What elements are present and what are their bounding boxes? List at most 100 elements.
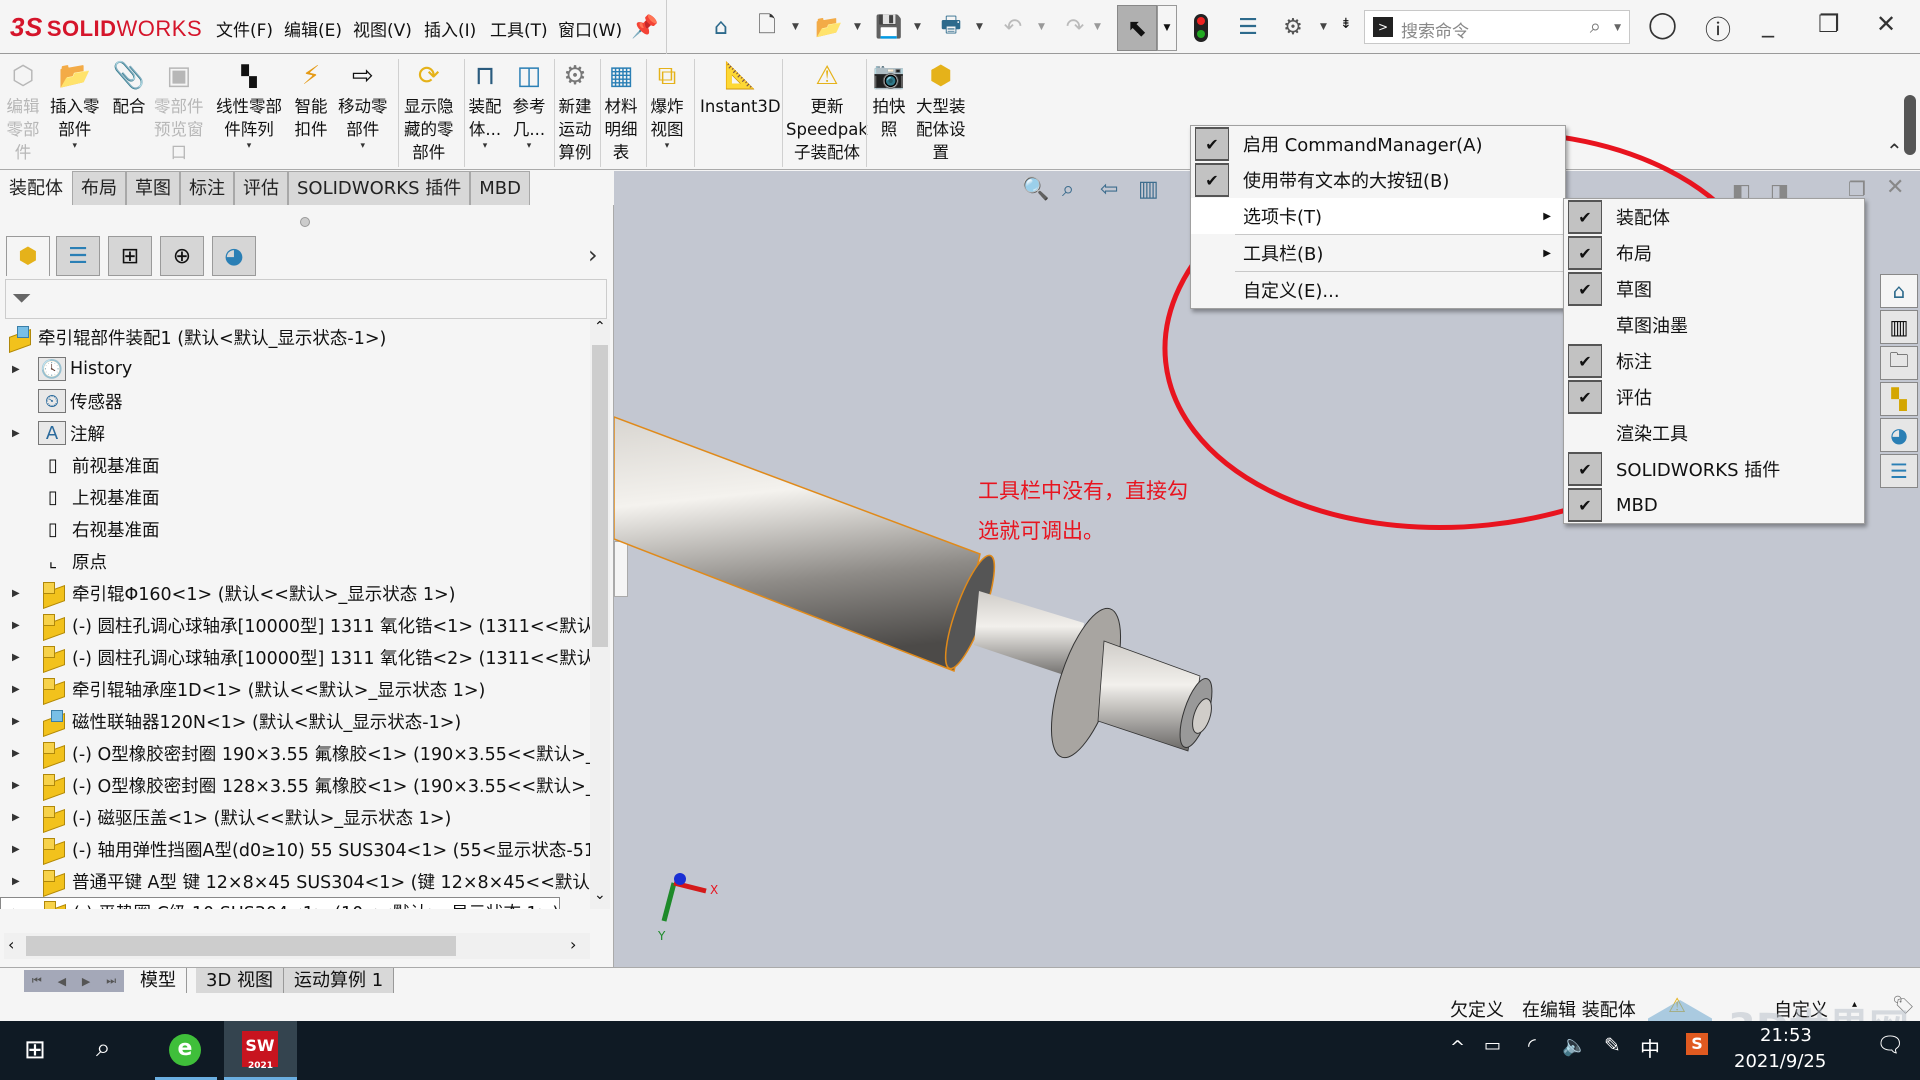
tag-icon[interactable]: 🏷 [1892, 995, 1915, 1016]
clock-date[interactable]: 2021/9/25 [1734, 1051, 1826, 1072]
next-tab-icon[interactable]: ▶ [82, 975, 90, 988]
file-properties-icon[interactable]: ☰ [1233, 12, 1263, 42]
pin-icon[interactable]: 📌 [630, 12, 660, 42]
tree-item[interactable]: ▶ (-) O型橡胶密封圈 128×3.55 氟橡胶<1> (190×3.55<<… [0, 769, 590, 801]
tree-item[interactable]: ▯ 右视基准面 [0, 513, 159, 545]
chevron-down-icon[interactable]: ▾ [665, 141, 670, 151]
tab-model[interactable]: 模型 [130, 968, 187, 994]
insert-component-button[interactable]: 📂 插入零 部件 ▾ [50, 59, 100, 152]
tab-3d-view[interactable]: 3D 视图 [196, 968, 285, 994]
tree-item[interactable]: ▶ 🕓 History [0, 353, 132, 385]
expand-arrow-icon[interactable]: ▶ [12, 716, 28, 727]
submenu-item[interactable]: ✔ 装配体 [1564, 199, 1864, 235]
submenu-item[interactable]: ✔ 评估 [1564, 379, 1864, 415]
context-menu-item[interactable]: 自定义(E)... [1191, 272, 1565, 308]
move-component-button[interactable]: ⇨ 移动零 部件 ▾ [338, 59, 388, 152]
scrollbar-thumb[interactable] [26, 936, 456, 956]
context-menu-item[interactable]: 选项卡(T) ▶ [1191, 198, 1565, 234]
first-tab-icon[interactable]: ⏮ [32, 974, 42, 988]
tree-item[interactable]: ▶ (-) 轴用弹性挡圈A型(d0≥10) 55 SUS304<1> (55<显示… [0, 833, 590, 865]
prev-tab-icon[interactable]: ◀ [58, 975, 66, 988]
tab-layout[interactable]: 布局 [72, 171, 126, 205]
help-icon[interactable]: ⓘ [1705, 10, 1731, 47]
context-menu-item[interactable]: ✔ 使用带有文本的大按钮(B) [1191, 162, 1565, 198]
pen-icon[interactable]: ✎ [1604, 1033, 1621, 1057]
tree-item[interactable]: ▯ 前视基准面 [0, 449, 159, 481]
ribbon-scroll-handle[interactable] [1904, 95, 1916, 155]
home-icon[interactable]: ⌂ [706, 12, 736, 42]
scroll-down-arrow[interactable]: ⌄ [594, 887, 606, 903]
tree-item[interactable]: ▶ 磁性联轴器120N<1> (默认<默认_显示状态-1>) [0, 705, 461, 737]
open-dropdown[interactable]: ▼ [854, 22, 861, 32]
view-palette-tab[interactable]: ▚ [1880, 382, 1918, 416]
submenu-item[interactable]: ✔ MBD [1564, 487, 1864, 523]
last-tab-icon[interactable]: ⏭ [106, 974, 116, 988]
solidworks-logo[interactable]: 3S SOLIDWORKS [10, 12, 202, 43]
tab-mbd[interactable]: MBD [470, 171, 530, 205]
new-document-icon[interactable]: 🗋 [752, 12, 782, 42]
submenu-item[interactable]: ✔ SOLIDWORKS 插件 [1564, 451, 1864, 487]
expand-arrow-icon[interactable]: ▶ [12, 364, 28, 375]
solidworks-resources-tab[interactable]: ⌂ [1880, 274, 1918, 308]
print-icon[interactable]: 🖶 [936, 12, 966, 42]
save-icon[interactable]: 💾 [874, 12, 904, 42]
expand-arrow-icon[interactable]: ▶ [12, 780, 28, 791]
menu-tools[interactable]: 工具(T) [490, 16, 548, 41]
tree-item[interactable]: ▶ (-) 磁驱压盖<1> (默认<<默认>_显示状态 1>) [0, 801, 451, 833]
tree-item[interactable]: ⏲ 传感器 [0, 385, 123, 417]
tree-item[interactable]: ▶ 普通平键 A型 键 12×8×45 SUS304<1> (键 12×8×45<… [0, 865, 590, 897]
search-icon[interactable]: ⌕ [1590, 14, 1601, 38]
show-hidden-components-button[interactable]: ⟳ 显示隐 藏的零 部件 [404, 59, 454, 164]
component-preview-button[interactable]: ▣ 零部件 预览窗 口 [154, 59, 204, 164]
submenu-item[interactable]: ✔ 草图 [1564, 271, 1864, 307]
expand-arrow-icon[interactable]: ▶ [12, 588, 28, 599]
new-dropdown[interactable]: ▼ [792, 22, 799, 32]
submenu-item[interactable]: 渲染工具 [1564, 415, 1864, 451]
redo-dropdown[interactable]: ▼ [1094, 22, 1101, 32]
status-custom-units[interactable]: 自定义 [1774, 996, 1828, 1022]
customize-toolbar-icon[interactable]: ⇟ [1340, 16, 1352, 32]
design-library-tab[interactable]: ▥ [1880, 310, 1918, 344]
scroll-left-arrow[interactable]: ‹ [8, 935, 14, 954]
open-folder-icon[interactable]: 📂 [814, 12, 844, 42]
undo-dropdown[interactable]: ▼ [1038, 22, 1045, 32]
submenu-item[interactable]: ✔ 标注 [1564, 343, 1864, 379]
show-hidden-icons-chevron[interactable]: ^ [1450, 1037, 1465, 1058]
custom-properties-tab[interactable]: ☰ [1880, 454, 1918, 488]
expand-arrow-icon[interactable]: ▶ [12, 684, 28, 695]
smart-fasteners-button[interactable]: ⚡ 智能 扣件 [294, 59, 328, 141]
close-button[interactable]: ✕ [1876, 10, 1896, 38]
battery-icon[interactable]: ▭ [1484, 1035, 1501, 1056]
tree-item[interactable]: ▯ 上视基准面 [0, 481, 159, 513]
select-dropdown[interactable]: ▼ [1157, 5, 1177, 51]
sogou-ime-icon[interactable]: S [1686, 1033, 1708, 1055]
tree-filter-bar[interactable]: ⏷ [5, 279, 607, 319]
appearances-tab[interactable]: ◕ [1880, 418, 1918, 452]
expand-arrow-icon[interactable]: ▶ [12, 844, 28, 855]
context-menu-item[interactable]: 工具栏(B) ▶ [1191, 235, 1565, 271]
bom-button[interactable]: ▦ 材料 明细 表 [604, 59, 638, 164]
tree-item[interactable]: ▶(-) 平垫圈 C级 10 SUS304<1> (10<<默认>_显示状态 1… [0, 897, 561, 909]
taskbar-search-icon[interactable]: ⌕ [96, 1033, 111, 1064]
tab-assembly[interactable]: 装配体 [0, 171, 72, 205]
menu-edit[interactable]: 编辑(E) [284, 16, 342, 41]
tree-item[interactable]: ⌞ 原点 [0, 545, 107, 577]
tree-item[interactable]: ▶ (-) 圆柱孔调心球轴承[10000型] 1311 氧化锆<1> (1311<… [0, 609, 590, 641]
tab-navigation-arrows[interactable]: ⏮ ◀ ▶ ⏭ [24, 970, 124, 992]
menu-insert[interactable]: 插入(I) [424, 16, 476, 41]
update-speedpak-button[interactable]: ⚠ 更新 Speedpak 子装配体 [786, 59, 868, 164]
units-dropdown[interactable]: ▴ [1852, 999, 1857, 1010]
taskbar-browser[interactable]: e [155, 1021, 217, 1080]
large-assembly-settings-button[interactable]: ⬢ 大型装 配体设 置 [916, 59, 966, 164]
dimxpert-tab[interactable]: ⊕ [160, 236, 204, 276]
ime-indicator[interactable]: 中 [1640, 1033, 1660, 1062]
undo-icon[interactable]: ↶ [998, 12, 1028, 42]
rebuild-warning-icon[interactable]: ⚠ [1668, 993, 1686, 1017]
assembly-features-button[interactable]: ⊓ 装配 体... ▾ [468, 59, 502, 152]
tree-vertical-scrollbar[interactable]: ⌃ ⌄ [590, 319, 610, 909]
user-account-icon[interactable]: ◯ [1648, 10, 1677, 40]
chevron-down-icon[interactable]: ▾ [360, 141, 365, 151]
print-dropdown[interactable]: ▼ [976, 22, 983, 32]
expand-arrow-icon[interactable]: ▶ [12, 620, 28, 631]
reference-geometry-button[interactable]: ◫ 参考 几... ▾ [512, 59, 546, 152]
